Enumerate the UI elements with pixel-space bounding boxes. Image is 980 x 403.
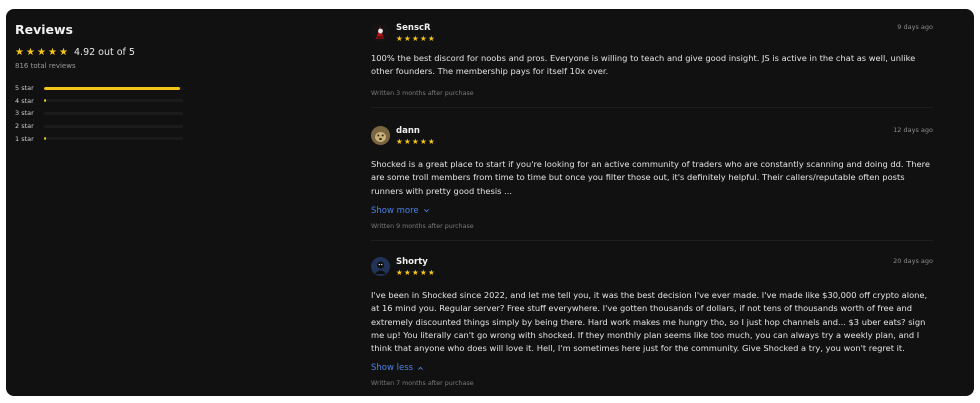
review-date: 12 days ago — [893, 126, 933, 134]
star-icon: ★ — [404, 34, 411, 43]
distribution-bar-fill — [44, 99, 46, 103]
reviews-title: Reviews — [15, 22, 74, 37]
review-text: Shocked is a great place to start if you… — [371, 159, 930, 196]
distribution-label: 1 star — [15, 134, 34, 143]
star-icon: ★ — [412, 137, 419, 146]
chevron-down-icon — [423, 209, 429, 213]
star-icon: ★ — [26, 46, 35, 58]
distribution-row[interactable]: 4 star — [15, 95, 195, 108]
reviews-panel: Reviews ★ ★ ★ ★ ★ 4.92 out of 5 816 tota… — [6, 9, 974, 396]
distribution-bar — [44, 86, 183, 90]
distribution-label: 3 star — [15, 109, 34, 118]
distribution-bar — [44, 111, 183, 115]
star-icon: ★ — [412, 34, 419, 43]
overall-stars: ★ ★ ★ ★ ★ — [15, 46, 69, 58]
reviewer-name[interactable]: SenscR — [396, 23, 435, 33]
review-text: 100% the best discord for noobs and pros… — [371, 53, 916, 77]
rating-distribution: 5 star 4 star 3 star 2 star 1 star — [15, 82, 195, 145]
written-after-purchase: Written 7 months after purchase — [371, 380, 474, 388]
review-stars: ★ ★ ★ ★ ★ — [396, 34, 435, 43]
dog-avatar-icon[interactable] — [371, 126, 390, 145]
overall-rating: ★ ★ ★ ★ ★ 4.92 out of 5 — [15, 47, 195, 58]
star-icon: ★ — [428, 137, 435, 146]
star-icon: ★ — [396, 34, 403, 43]
review-card: SenscR ★ ★ ★ ★ ★ 9 days ago 100% the bes… — [371, 23, 933, 108]
review-header: SenscR ★ ★ ★ ★ ★ — [371, 23, 933, 42]
written-after-purchase: Written 3 months after purchase — [371, 89, 474, 97]
show-more-label: Show more — [371, 205, 419, 216]
distribution-bar-fill — [44, 137, 46, 141]
rating-text: 4.92 out of 5 — [74, 47, 135, 58]
written-after-purchase: Written 9 months after purchase — [371, 222, 474, 230]
star-icon: ★ — [420, 137, 427, 146]
star-icon: ★ — [37, 46, 46, 58]
distribution-row[interactable]: 3 star — [15, 107, 195, 120]
star-icon: ★ — [396, 137, 403, 146]
distribution-bar — [44, 124, 183, 128]
review-date: 20 days ago — [893, 257, 933, 265]
star-icon: ★ — [428, 268, 435, 277]
review-divider — [371, 239, 933, 241]
review-stars: ★ ★ ★ ★ ★ — [396, 137, 435, 146]
total-reviews: 816 total reviews — [15, 62, 76, 70]
star-icon: ★ — [404, 268, 411, 277]
chevron-up-icon — [418, 366, 424, 370]
show-less-label: Show less — [371, 363, 414, 374]
reviewer-name[interactable]: dann — [396, 126, 435, 136]
review-header: dann ★ ★ ★ ★ ★ — [371, 126, 933, 145]
review-card: dann ★ ★ ★ ★ ★ 12 days ago Shocked is a … — [371, 126, 933, 241]
distribution-row[interactable]: 1 star — [15, 132, 195, 145]
star-icon: ★ — [15, 46, 24, 58]
distribution-bar — [44, 137, 183, 141]
star-icon: ★ — [420, 34, 427, 43]
star-icon: ★ — [428, 34, 435, 43]
review-stars: ★ ★ ★ ★ ★ — [396, 268, 435, 277]
distribution-bar-fill — [44, 86, 181, 90]
review-card: Shorty ★ ★ ★ ★ ★ 20 days ago I've been i… — [371, 257, 933, 387]
robot-red-avatar-icon[interactable] — [371, 23, 390, 42]
review-header: Shorty ★ ★ ★ ★ ★ — [371, 257, 933, 276]
distribution-bar — [44, 99, 183, 103]
star-icon: ★ — [412, 268, 419, 277]
distribution-label: 4 star — [15, 96, 34, 105]
review-divider — [371, 106, 933, 108]
star-icon: ★ — [420, 268, 427, 277]
distribution-row[interactable]: 5 star — [15, 82, 195, 95]
distribution-label: 5 star — [15, 84, 34, 93]
distribution-label: 2 star — [15, 122, 34, 131]
distribution-row[interactable]: 2 star — [15, 120, 195, 133]
star-icon: ★ — [48, 46, 57, 58]
reviews-summary: Reviews ★ ★ ★ ★ ★ 4.92 out of 5 816 tota… — [15, 22, 195, 145]
star-icon: ★ — [59, 46, 68, 58]
show-more-button[interactable]: Show more — [371, 206, 430, 216]
character-blue-avatar-icon[interactable] — [371, 257, 390, 276]
show-less-button[interactable]: Show less — [371, 363, 424, 373]
star-icon: ★ — [396, 268, 403, 277]
review-text: I've been in Shocked since 2022, and let… — [371, 290, 928, 354]
review-date: 9 days ago — [897, 23, 933, 31]
reviewer-name[interactable]: Shorty — [396, 257, 435, 267]
star-icon: ★ — [404, 137, 411, 146]
